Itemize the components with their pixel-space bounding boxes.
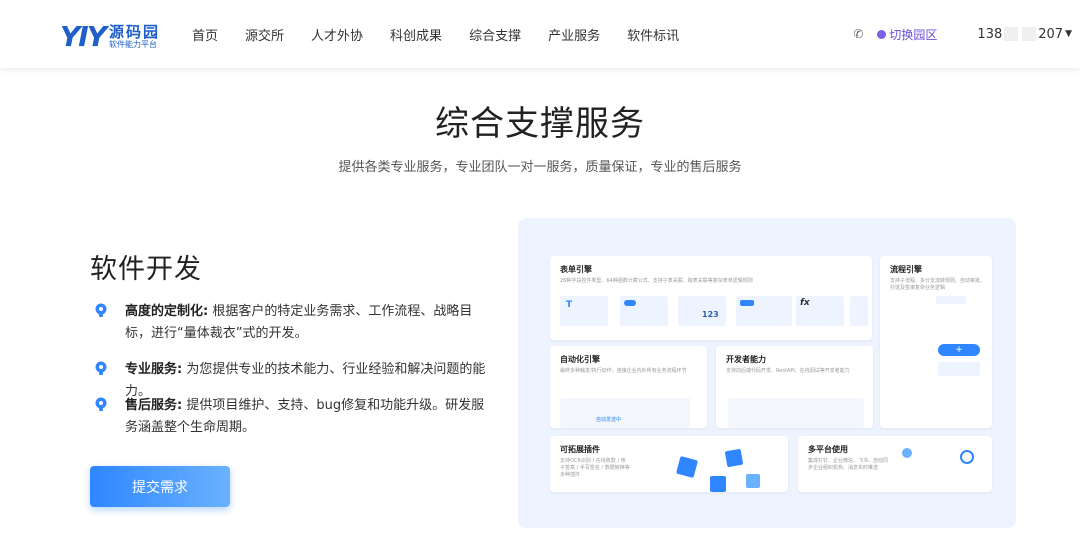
bulb-icon (95, 397, 107, 411)
copy-illustration (850, 296, 868, 326)
logo-subtitle: 软件能力平台 (108, 39, 157, 49)
page-title: 综合支撑服务 (435, 104, 645, 144)
nav-item-bidding[interactable]: 软件标讯 (627, 25, 679, 44)
top-header: YIY 源码园 软件能力平台 首页 源交所 人才外协 科创成果 综合支撑 产业服… (0, 0, 1080, 68)
card-title: 表单引擎 (560, 265, 592, 274)
nav-item-industry[interactable]: 产业服务 (548, 25, 600, 44)
card-desc: 支持OCR识别 / 在线收款 / 电子签章 / 手写签名 / 数据转换等多种插件 (560, 458, 630, 478)
switch-icon (877, 29, 887, 39)
user-phone-prefix: 138 (977, 26, 1003, 42)
tag-icon (740, 300, 754, 306)
feature-illustration: 表单引擎 26种字段控件类型、64种函数计算公式、支持子表关联、跨表关联等复杂表… (518, 218, 1016, 528)
caret-down-icon: ▼ (1065, 29, 1072, 39)
plugin-icon (746, 474, 760, 488)
card-title: 可拓展插件 (560, 445, 600, 454)
feature-label: 售后服务: (125, 398, 183, 413)
plugin-icon (710, 476, 726, 492)
feature-label: 专业服务: (125, 362, 183, 377)
function-icon: fx (800, 298, 810, 308)
form-engine-card: 表单引擎 26种字段控件类型、64种函数计算公式、支持子表关联、跨表关联等复杂表… (550, 256, 872, 340)
card-title: 多平台使用 (808, 445, 848, 454)
bulb-icon (95, 361, 107, 375)
card-desc: 26种字段控件类型、64种函数计算公式、支持子表关联、跨表关联等复杂表单逻辑规则 (560, 278, 753, 284)
nav-item-source-exchange[interactable]: 源交所 (245, 25, 284, 44)
user-menu[interactable]: 138 207 ▼ (977, 27, 1072, 42)
card-desc: 最终多种触发/执行动作，连接企业内外所有业务流程环节 (560, 368, 687, 374)
card-desc: 支持前后端代码开发、RestAPI、在线调试等开发者能力 (726, 368, 850, 374)
plugin-card: 可拓展插件 支持OCR识别 / 在线收款 / 电子签章 / 手写签名 / 数据转… (550, 436, 788, 492)
user-phone-mask (1022, 27, 1037, 41)
feature-label: 高度的定制化: (125, 304, 209, 319)
switch-park-button[interactable]: 切换园区 (877, 26, 937, 43)
nav-item-home[interactable]: 首页 (192, 25, 218, 44)
logo[interactable]: YIY 源码园 软件能力平台 (60, 20, 160, 53)
multi-platform-card: 多平台使用 集成钉钉、企业微信、飞书、自动同步企业组织机构、消息实时推送 (798, 436, 992, 492)
toggle-icon (624, 300, 636, 306)
number-sample: 123 (702, 310, 719, 319)
card-desc: 集成钉钉、企业微信、飞书、自动同步企业组织机构、消息实时推送 (808, 458, 889, 471)
flow-node (936, 296, 966, 304)
section-title: 软件开发 (90, 254, 202, 285)
card-title: 开发者能力 (726, 355, 766, 364)
bulb-icon (95, 303, 107, 317)
plugin-icon (675, 455, 699, 479)
plugin-icon (724, 448, 744, 468)
user-phone-suffix: 207 (1038, 26, 1064, 42)
developer-card: 开发者能力 支持前后端代码开发、RestAPI、在线调试等开发者能力 (716, 346, 873, 428)
nav-item-achievements[interactable]: 科创成果 (390, 25, 442, 44)
switch-park-label: 切换园区 (889, 27, 938, 42)
chat-icon (960, 450, 974, 464)
card-desc: 支持子流程、多分支流转规则、自动审批、抄送及签审复杂业务逻辑 (890, 278, 986, 291)
nav-item-support[interactable]: 综合支撑 (469, 25, 521, 44)
code-preview (728, 398, 864, 428)
plus-icon: + (938, 344, 980, 356)
flow-node (938, 362, 980, 376)
flow-engine-card: 流程引擎 支持子流程、多分支流转规则、自动审批、抄送及签审复杂业务逻辑 + (880, 256, 992, 428)
auto-send-label: 自动发送中 (596, 417, 622, 423)
logo-mark: YIY (60, 20, 107, 53)
text-icon: T (566, 300, 573, 310)
user-phone-mask (1004, 27, 1019, 41)
submit-request-button[interactable]: 提交需求 (90, 466, 230, 507)
feature-item: 高度的定制化: 根据客户的特定业务需求、工作流程、战略目标，进行“量体裁衣”式的… (94, 301, 494, 345)
feature-item: 售后服务: 提供项目维护、支持、bug修复和功能升级。研发服务涵盖整个生命周期。 (94, 395, 494, 439)
automation-preview (560, 398, 690, 428)
card-title: 流程引擎 (890, 265, 922, 274)
nav-item-talent[interactable]: 人才外协 (311, 25, 363, 44)
platform-icon (902, 448, 912, 458)
main-nav: 首页 源交所 人才外协 科创成果 综合支撑 产业服务 软件标讯 (192, 0, 706, 68)
logo-name: 源码园 (108, 22, 160, 41)
automation-engine-card: 自动化引擎 最终多种触发/执行动作，连接企业内外所有业务流程环节 自动发送中 (550, 346, 707, 428)
card-title: 自动化引擎 (560, 355, 600, 364)
phone-icon[interactable]: ✆ (853, 27, 863, 41)
page-subtitle: 提供各类专业服务，专业团队一对一服务，质量保证，专业的售后服务 (338, 160, 742, 175)
